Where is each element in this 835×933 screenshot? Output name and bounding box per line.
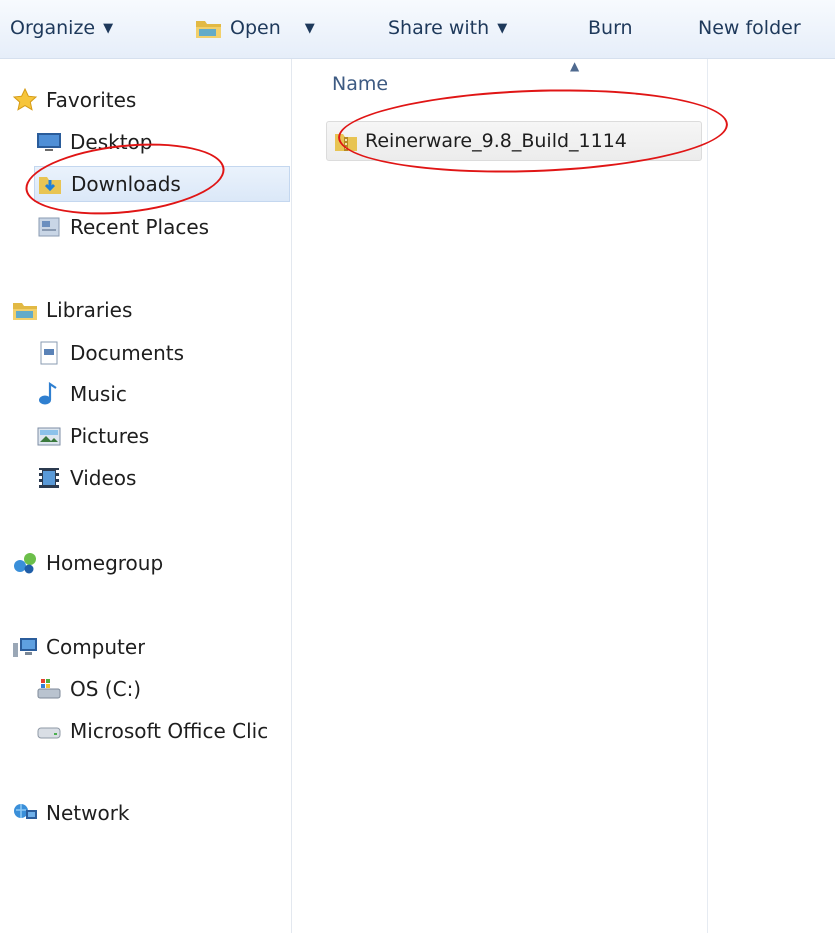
- open-label: Open: [230, 17, 281, 39]
- chevron-down-icon[interactable]: ▼: [305, 21, 315, 36]
- nav-label: OS (C:): [70, 677, 142, 701]
- downloads-folder-icon: [37, 172, 63, 196]
- organize-label: Organize: [10, 17, 96, 39]
- recent-places-icon: [36, 215, 62, 239]
- organize-button[interactable]: Organize ▼: [10, 12, 113, 44]
- nav-label: Videos: [70, 466, 137, 490]
- nav-label: Favorites: [46, 88, 137, 112]
- nav-favorites[interactable]: Favorites: [12, 83, 136, 117]
- nav-recent-places[interactable]: Recent Places: [36, 210, 209, 244]
- desktop-icon: [36, 130, 62, 154]
- file-list-pane: ▲ Name Reinerware_9.8_Build_1114: [292, 59, 835, 933]
- nav-label: Homegroup: [46, 551, 164, 575]
- nav-label: Desktop: [70, 130, 153, 154]
- nav-pictures[interactable]: Pictures: [36, 419, 149, 453]
- homegroup-icon: [12, 551, 38, 575]
- nav-office-drive[interactable]: Microsoft Office Clic: [36, 714, 290, 748]
- chevron-down-icon: ▼: [497, 20, 508, 36]
- nav-downloads[interactable]: Downloads: [34, 166, 290, 202]
- network-icon: [12, 801, 38, 825]
- column-header-name[interactable]: Name: [332, 73, 388, 95]
- nav-label: Downloads: [71, 172, 181, 196]
- column-divider[interactable]: [707, 59, 708, 933]
- open-button[interactable]: Open ▼: [194, 12, 315, 44]
- nav-label: Music: [70, 382, 127, 406]
- share-with-button[interactable]: Share with ▼: [388, 12, 507, 44]
- pictures-icon: [36, 424, 62, 448]
- command-bar: Organize ▼ Open ▼ Share with ▼ Burn New …: [0, 0, 835, 59]
- nav-documents[interactable]: Documents: [36, 336, 184, 370]
- burn-button[interactable]: Burn: [588, 12, 633, 44]
- nav-desktop[interactable]: Desktop: [36, 125, 152, 159]
- sort-ascending-icon: ▲: [570, 59, 580, 73]
- nav-label: Network: [46, 801, 130, 825]
- nav-label: Libraries: [46, 298, 133, 322]
- drive-icon: [36, 719, 62, 743]
- nav-label: Microsoft Office Clic: [70, 719, 269, 743]
- documents-icon: [36, 341, 62, 365]
- zip-folder-icon: [333, 129, 359, 153]
- star-icon: [12, 87, 38, 112]
- nav-label: Pictures: [70, 424, 150, 448]
- nav-network[interactable]: Network: [12, 796, 130, 830]
- nav-os-drive[interactable]: OS (C:): [36, 672, 141, 706]
- file-row[interactable]: Reinerware_9.8_Build_1114: [326, 121, 702, 161]
- nav-libraries[interactable]: Libraries: [12, 293, 132, 327]
- nav-label: Computer: [46, 635, 146, 659]
- share-with-label: Share with: [388, 17, 490, 39]
- nav-label: Recent Places: [70, 215, 210, 239]
- navigation-pane: Favorites Desktop Downloads Recent Place…: [0, 59, 292, 933]
- file-name: Reinerware_9.8_Build_1114: [365, 130, 627, 152]
- nav-music[interactable]: Music: [36, 377, 127, 411]
- computer-icon: [12, 635, 38, 659]
- nav-label: Documents: [70, 341, 185, 365]
- music-note-icon: [36, 381, 62, 406]
- nav-homegroup[interactable]: Homegroup: [12, 546, 163, 580]
- burn-label: Burn: [588, 17, 633, 39]
- new-folder-label: New folder: [698, 17, 801, 39]
- new-folder-button[interactable]: New folder: [698, 12, 801, 44]
- film-icon: [36, 466, 62, 490]
- libraries-icon: [12, 298, 38, 322]
- system-drive-icon: [36, 677, 62, 701]
- folder-open-icon: [194, 16, 224, 40]
- nav-computer[interactable]: Computer: [12, 630, 145, 664]
- nav-videos[interactable]: Videos: [36, 461, 136, 495]
- chevron-down-icon: ▼: [103, 20, 114, 36]
